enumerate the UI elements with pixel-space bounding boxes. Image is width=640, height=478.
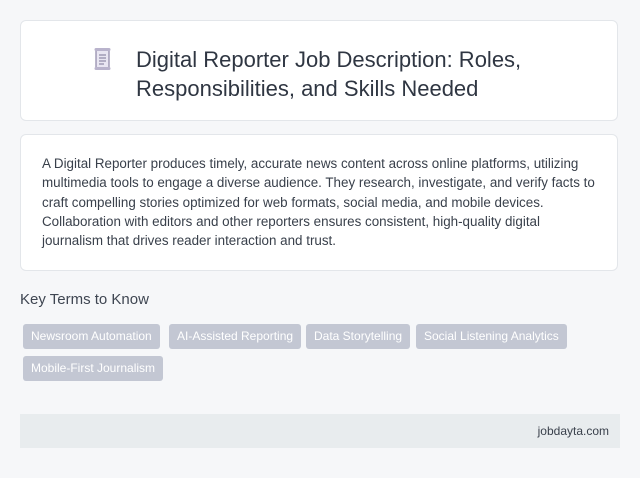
tag-social-listening-analytics[interactable]: Social Listening Analytics xyxy=(416,324,567,349)
tag-newsroom-automation[interactable]: Newsroom Automation xyxy=(23,324,160,349)
description-text: A Digital Reporter produces timely, accu… xyxy=(42,156,595,249)
key-terms-heading: Key Terms to Know xyxy=(20,291,149,308)
description-card: A Digital Reporter produces timely, accu… xyxy=(20,134,618,271)
tag-mobile-first-journalism[interactable]: Mobile-First Journalism xyxy=(23,356,164,381)
title-card: Digital Reporter Job Description: Roles,… xyxy=(20,20,618,121)
footer: jobdayta.com xyxy=(20,414,620,448)
document-scroll-icon xyxy=(93,47,113,71)
tag-ai-assisted-reporting[interactable]: AI-Assisted Reporting xyxy=(169,324,302,349)
tag-data-storytelling[interactable]: Data Storytelling xyxy=(306,324,411,349)
page-title: Digital Reporter Job Description: Roles,… xyxy=(136,47,522,101)
footer-site-link[interactable]: jobdayta.com xyxy=(538,424,609,438)
page: Digital Reporter Job Description: Roles,… xyxy=(0,0,640,478)
